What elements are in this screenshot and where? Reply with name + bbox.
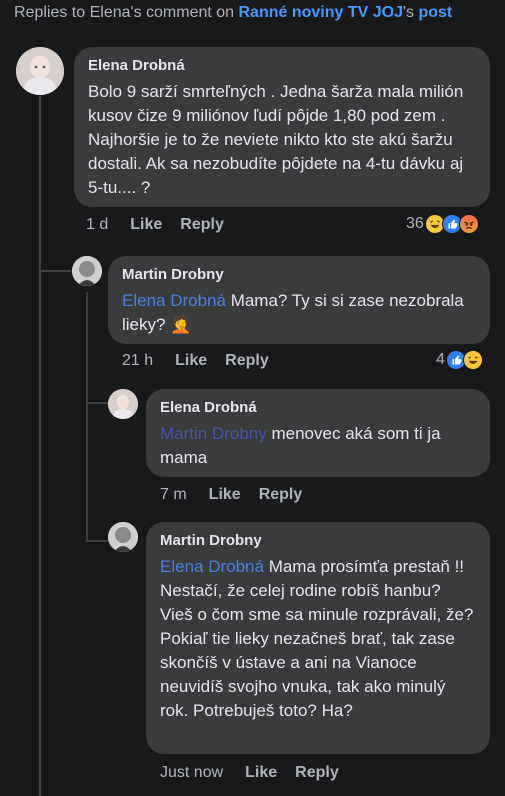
comment-author[interactable]: Martin Drobny	[122, 266, 476, 284]
thread-connector-1	[39, 270, 71, 272]
like-button[interactable]: Like	[209, 486, 241, 503]
comment-text: Elena Drobná Mama? Ty si si zase nezobra…	[122, 289, 476, 337]
comment-bubble-1: Elena Drobná Bolo 9 sarží smrteľných . J…	[74, 47, 490, 207]
mention-link[interactable]: Martin Drobny	[160, 424, 267, 443]
thread-line-main	[39, 96, 41, 796]
page-link[interactable]: Ranné noviny TV JOJ	[239, 4, 403, 21]
mention-link[interactable]: Elena Drobná	[122, 291, 226, 310]
comment-time[interactable]: Just now	[160, 764, 223, 781]
comment-actions-2: 21 h Like Reply	[122, 352, 287, 370]
comment-body: Mama prosímťa prestaň !! Nestačí, že cel…	[160, 557, 474, 720]
like-button[interactable]: Like	[130, 216, 162, 233]
reaction-summary-1[interactable]: 36	[406, 214, 479, 234]
avatar-martin[interactable]	[108, 522, 138, 552]
haha-reaction-icon	[462, 350, 483, 370]
thread-line-reply	[86, 292, 88, 542]
comment-bubble-3: Elena Drobná Martin Drobny menovec aká s…	[146, 389, 490, 477]
thread-connector-2	[86, 402, 108, 404]
like-button[interactable]: Like	[175, 352, 207, 369]
angry-reaction-icon	[458, 214, 479, 234]
reply-button[interactable]: Reply	[259, 486, 303, 503]
comment-actions-4: Just now Like Reply	[160, 764, 357, 782]
reply-button[interactable]: Reply	[295, 764, 339, 781]
comment-text: Martin Drobny menovec aká som ti ja mama	[160, 422, 476, 470]
avatar-martin[interactable]	[72, 256, 102, 286]
reply-button[interactable]: Reply	[225, 352, 269, 369]
comment-time[interactable]: 7 m	[160, 486, 187, 503]
comment-time[interactable]: 21 h	[122, 352, 153, 369]
comment-actions-1: 1 d Like Reply	[86, 216, 242, 234]
comment-text: Elena Drobná Mama prosímťa prestaň !! Ne…	[160, 555, 476, 723]
reaction-summary-2[interactable]: 4	[436, 350, 483, 370]
like-button[interactable]: Like	[245, 764, 277, 781]
comment-time[interactable]: 1 d	[86, 216, 108, 233]
reaction-count: 36	[406, 215, 424, 232]
comment-author[interactable]: Elena Drobná	[160, 399, 476, 417]
comment-text: Bolo 9 sarží smrteľných . Jedna šarža ma…	[88, 82, 464, 197]
header-prefix: Replies to Elena's comment on	[14, 4, 239, 21]
comment-bubble-4: Martin Drobny Elena Drobná Mama prosímťa…	[146, 522, 490, 754]
reply-button[interactable]: Reply	[180, 216, 224, 233]
comment-author[interactable]: Martin Drobny	[160, 532, 476, 550]
mention-link[interactable]: Elena Drobná	[160, 557, 264, 576]
post-link[interactable]: post	[418, 4, 452, 21]
reaction-count: 4	[436, 351, 445, 368]
header-possessive: 's	[402, 4, 419, 21]
thread-connector-3	[86, 540, 108, 542]
avatar-elena[interactable]	[16, 47, 64, 95]
comment-author[interactable]: Elena Drobná	[88, 57, 476, 75]
avatar-elena[interactable]	[108, 389, 138, 419]
replies-header: Replies to Elena's comment on Ranné novi…	[14, 4, 452, 22]
comment-actions-3: 7 m Like Reply	[160, 486, 320, 504]
comment-bubble-2: Martin Drobny Elena Drobná Mama? Ty si s…	[108, 256, 490, 344]
